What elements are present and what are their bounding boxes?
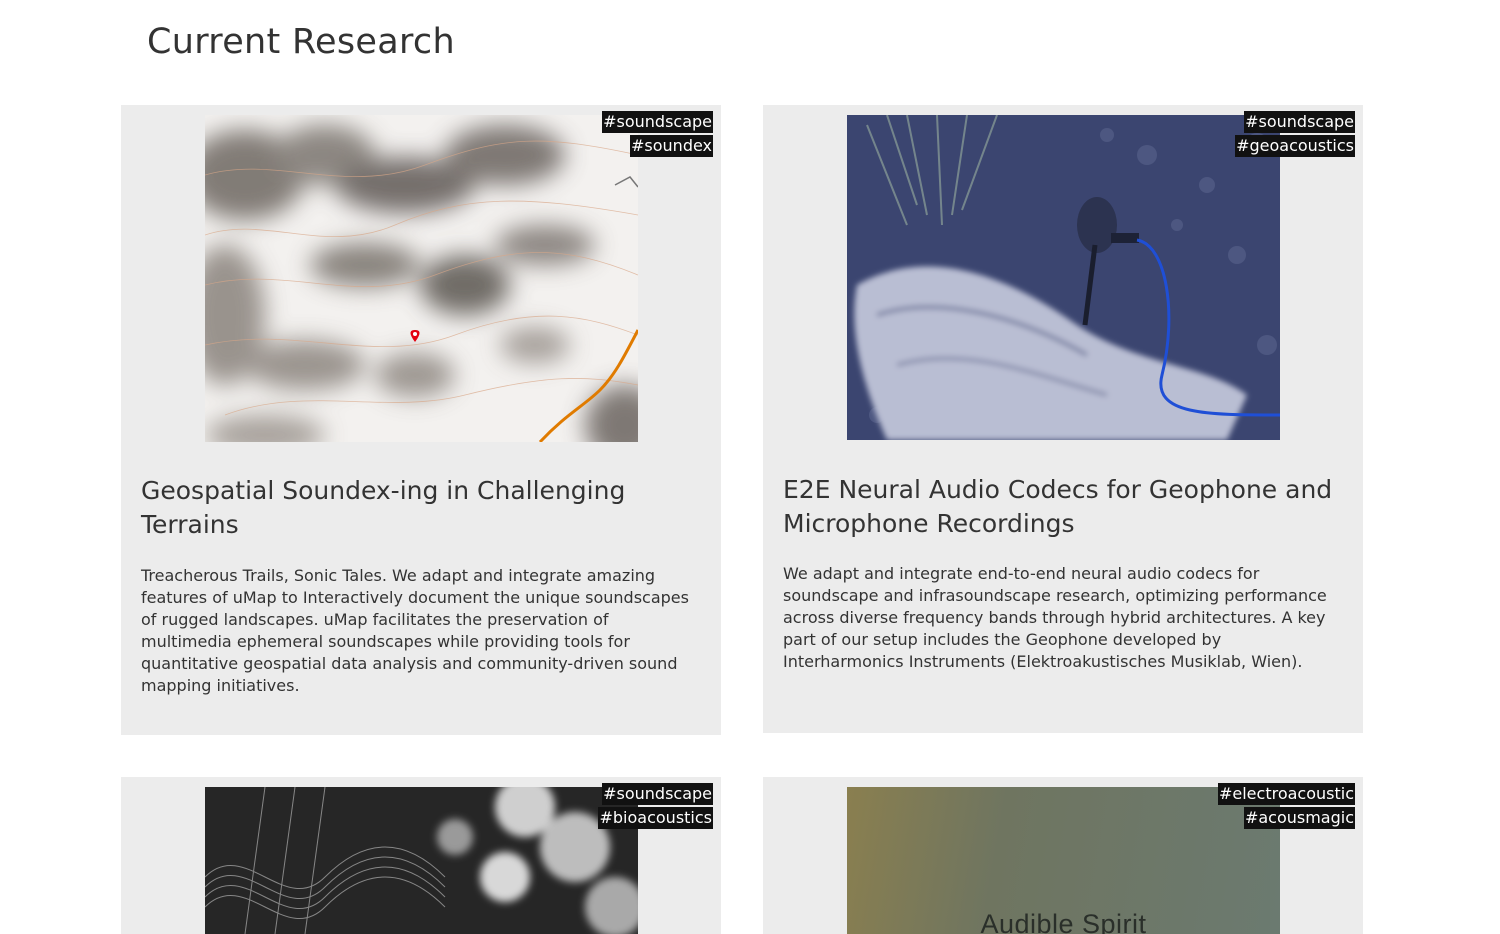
map-image (205, 115, 638, 442)
tag-geoacoustics[interactable]: #geoacoustics (1235, 135, 1355, 157)
research-card-electroacoustic[interactable]: Audible Spirit #electroacoustic #acousma… (763, 777, 1363, 934)
card-title[interactable]: Geospatial Soundex-ing in Challenging Te… (141, 474, 701, 542)
tag-list: #soundscape #bioacoustics (598, 783, 713, 829)
research-card-bioacoustics[interactable]: #soundscape #bioacoustics (121, 777, 721, 934)
tag-soundscape[interactable]: #soundscape (602, 783, 713, 805)
research-card-neural-audio-codecs[interactable]: #soundscape #geoacoustics E2E Neural Aud… (763, 105, 1363, 733)
tag-list: #soundscape #soundex (602, 111, 713, 157)
page-title: Current Research (147, 22, 455, 62)
tag-acousmagic[interactable]: #acousmagic (1243, 807, 1355, 829)
card-description: Treacherous Trails, Sonic Tales. We adap… (141, 566, 689, 695)
bioacoustics-image (205, 787, 638, 934)
tag-soundscape[interactable]: #soundscape (1244, 111, 1355, 133)
tag-list: #soundscape #geoacoustics (1235, 111, 1355, 157)
tag-soundscape[interactable]: #soundscape (602, 111, 713, 133)
research-card-geospatial-soundex[interactable]: #soundscape #soundex Geospatial Soundex-… (121, 105, 721, 735)
book-cover-title: Audible Spirit (980, 909, 1147, 934)
card-description: We adapt and integrate end-to-end neural… (783, 564, 1327, 671)
tag-electroacoustic[interactable]: #electroacoustic (1217, 783, 1355, 805)
card-title[interactable]: E2E Neural Audio Codecs for Geophone and… (783, 473, 1343, 541)
microphone-photo (847, 115, 1280, 440)
tag-list: #electroacoustic #acousmagic (1217, 783, 1355, 829)
tag-bioacoustics[interactable]: #bioacoustics (598, 807, 713, 829)
book-cover-image: Audible Spirit (847, 787, 1280, 934)
tag-soundex[interactable]: #soundex (630, 135, 713, 157)
